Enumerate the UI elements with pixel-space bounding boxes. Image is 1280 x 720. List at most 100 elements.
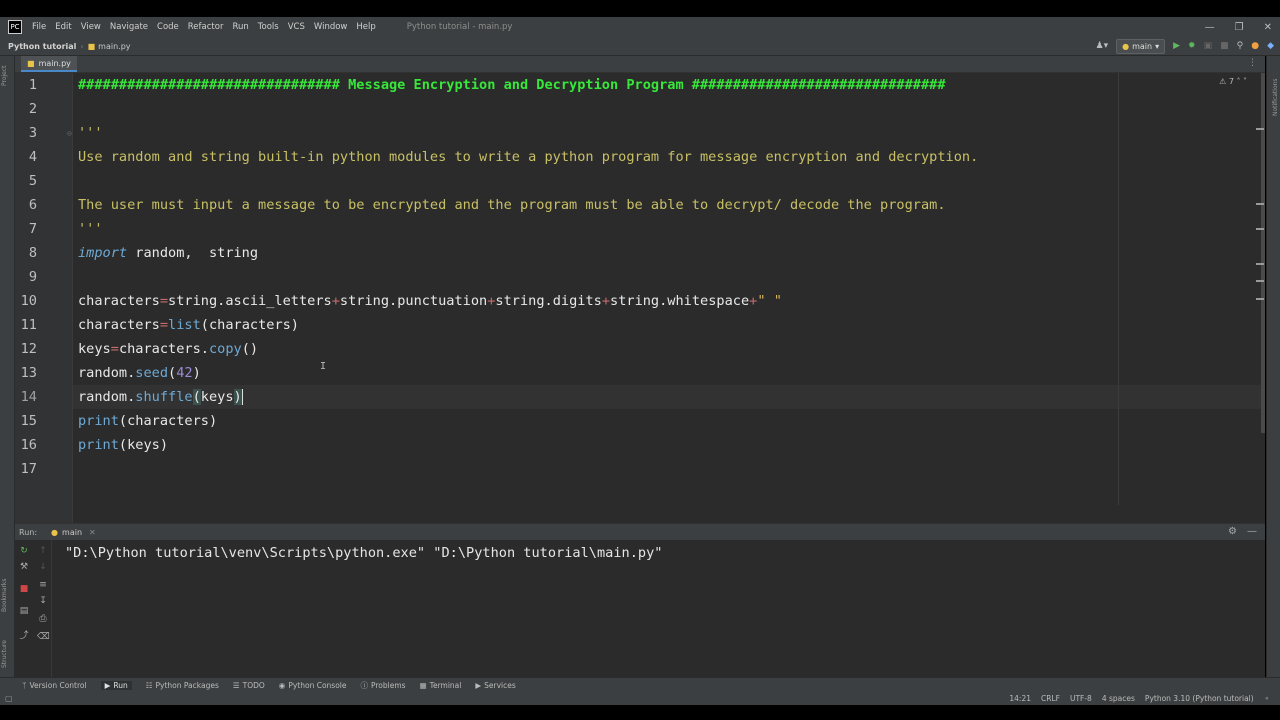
tool-terminal[interactable]: ▦ Terminal: [420, 681, 462, 690]
menu-help[interactable]: Help: [356, 22, 375, 32]
tool-services[interactable]: ▶ Services: [475, 681, 515, 690]
caret-position[interactable]: 14:21: [1009, 694, 1031, 703]
line-number: 12: [20, 341, 37, 357]
update-icon[interactable]: ●: [1251, 41, 1259, 51]
tool-label: Services: [484, 680, 516, 690]
run-tool-header: Run: ● main ✕ ⚙ —: [15, 523, 1265, 541]
tool-problems[interactable]: ⓘ Problems: [360, 680, 405, 691]
operator-token: =: [159, 317, 169, 333]
code-token: string.ascii_letters: [168, 293, 332, 309]
breadcrumb-project[interactable]: Python tutorial: [8, 42, 76, 51]
restore-icon[interactable]: ❐: [1235, 22, 1244, 33]
layout-icon[interactable]: ▤: [18, 606, 30, 616]
indent-setting[interactable]: 4 spaces: [1102, 694, 1135, 703]
down-icon[interactable]: ↓: [37, 562, 49, 572]
tool-label: Python Console: [288, 680, 347, 690]
menu-tools[interactable]: Tools: [258, 22, 279, 32]
menu-code[interactable]: Code: [157, 22, 179, 32]
operator-token: +: [331, 293, 340, 309]
tool-python-packages[interactable]: ☷ Python Packages: [146, 681, 219, 690]
fold-icon[interactable]: ⊖: [67, 129, 72, 138]
tab-main-py[interactable]: ■ main.py: [21, 56, 77, 72]
menu-refactor[interactable]: Refactor: [188, 22, 224, 32]
line-number: 2: [28, 101, 37, 117]
notifications-tool-label[interactable]: Notifications: [1272, 78, 1279, 116]
menu-vcs[interactable]: VCS: [288, 22, 305, 32]
chevron-down-icon[interactable]: ˅: [1243, 77, 1247, 86]
run-console[interactable]: ↻ ↑ ⚒ ↓ ■ ≡ ↧ ▤ ⎙ ⤴ ⌫ "D:\Python tutoria…: [15, 540, 1265, 677]
lock-icon[interactable]: ⚬: [1264, 694, 1270, 703]
tool-label: Python Packages: [155, 680, 219, 690]
inspection-widget[interactable]: ⚠ 7 ˄ ˅: [1219, 77, 1247, 86]
structure-tool-label[interactable]: Structure: [1, 640, 8, 668]
right-tool-strip: Notifications: [1266, 56, 1280, 678]
minimize-icon[interactable]: —: [1205, 22, 1215, 33]
matched-paren: (: [192, 389, 201, 405]
user-icon[interactable]: ♟▾: [1096, 41, 1109, 51]
stop-icon[interactable]: ■: [1220, 41, 1229, 51]
tool-version-control[interactable]: ᛉ Version Control: [22, 681, 87, 690]
run-tab-main[interactable]: ● main ✕: [51, 528, 96, 537]
line-separator[interactable]: CRLF: [1041, 694, 1060, 703]
bookmarks-tool-label[interactable]: Bookmarks: [1, 578, 8, 612]
line-number: 15: [20, 413, 37, 429]
run-icon[interactable]: ▶: [1173, 41, 1180, 51]
file-encoding[interactable]: UTF-8: [1070, 694, 1092, 703]
close-icon[interactable]: ✕: [1264, 22, 1272, 33]
wrench-icon[interactable]: ⚒: [18, 562, 30, 572]
debug-icon[interactable]: ✹: [1188, 41, 1196, 51]
breadcrumb-file[interactable]: ■ main.py: [88, 42, 131, 51]
editor-scrollbar[interactable]: [1261, 73, 1265, 433]
jetbrains-icon[interactable]: ◆: [1267, 41, 1274, 51]
keyword-import: import: [78, 245, 128, 261]
soft-wrap-icon[interactable]: ≡: [37, 580, 49, 590]
close-icon[interactable]: ✕: [89, 528, 96, 537]
code-token: random, string: [127, 245, 259, 261]
tool-python-console[interactable]: ◉ Python Console: [279, 681, 347, 690]
search-icon[interactable]: ⚲: [1237, 41, 1244, 51]
branch-icon: ᛉ: [22, 680, 27, 690]
line-number: 10: [20, 293, 37, 309]
left-tool-strip: Project Bookmarks Structure: [0, 56, 15, 678]
line-number: 7: [28, 221, 37, 237]
rerun-icon[interactable]: ↻: [18, 546, 30, 556]
menu-run[interactable]: Run: [232, 22, 248, 32]
code-editor[interactable]: 1 2 3 4 5 6 7 8 9 10 11 12 13 14 15 16 1…: [15, 73, 1265, 523]
menu-window[interactable]: Window: [314, 22, 348, 32]
video-top-letterbox: [0, 0, 1280, 17]
line-number: 5: [28, 173, 37, 189]
chevron-up-icon[interactable]: ˄: [1236, 77, 1240, 86]
python-file-icon: ■: [27, 58, 35, 68]
number-token: 42: [176, 365, 193, 381]
up-icon[interactable]: ↑: [37, 546, 49, 556]
pin-icon[interactable]: ⤴: [18, 628, 30, 641]
scroll-marker: [1256, 203, 1264, 205]
line-number: 6: [28, 197, 37, 213]
hide-icon[interactable]: —: [1247, 526, 1257, 537]
gear-icon[interactable]: ⚙: [1228, 526, 1237, 537]
print-icon[interactable]: ⎙: [37, 614, 49, 624]
tool-run[interactable]: ▶ Run: [100, 680, 132, 690]
scroll-end-icon[interactable]: ↧: [37, 596, 49, 606]
layout-toggle-icon[interactable]: ▢: [5, 694, 13, 703]
python-icon: ●: [1122, 41, 1130, 51]
right-margin-guide: [1118, 73, 1119, 505]
menu-navigate[interactable]: Navigate: [110, 22, 148, 32]
stop-icon[interactable]: ■: [18, 584, 30, 594]
operator-token: =: [110, 341, 119, 357]
menu-view[interactable]: View: [81, 22, 101, 32]
more-vertical-icon[interactable]: ⋮: [1248, 58, 1257, 68]
code-token: characters.: [118, 341, 209, 357]
menu-edit[interactable]: Edit: [55, 22, 71, 32]
coverage-icon[interactable]: ▣: [1204, 41, 1213, 51]
line-number: 8: [28, 245, 37, 261]
tool-todo[interactable]: ☰ TODO: [233, 681, 265, 690]
status-bar: ▢ 14:21 CRLF UTF-8 4 spaces Python 3.10 …: [0, 691, 1280, 705]
menu-file[interactable]: File: [32, 22, 46, 32]
warning-icon: ⚠: [1219, 77, 1227, 86]
trash-icon[interactable]: ⌫: [37, 632, 50, 642]
run-config-selector[interactable]: ● main ▾: [1116, 38, 1166, 54]
method-token: shuffle: [135, 389, 193, 405]
python-interpreter[interactable]: Python 3.10 (Python tutorial): [1145, 694, 1254, 703]
project-tool-label[interactable]: Project: [1, 65, 8, 86]
